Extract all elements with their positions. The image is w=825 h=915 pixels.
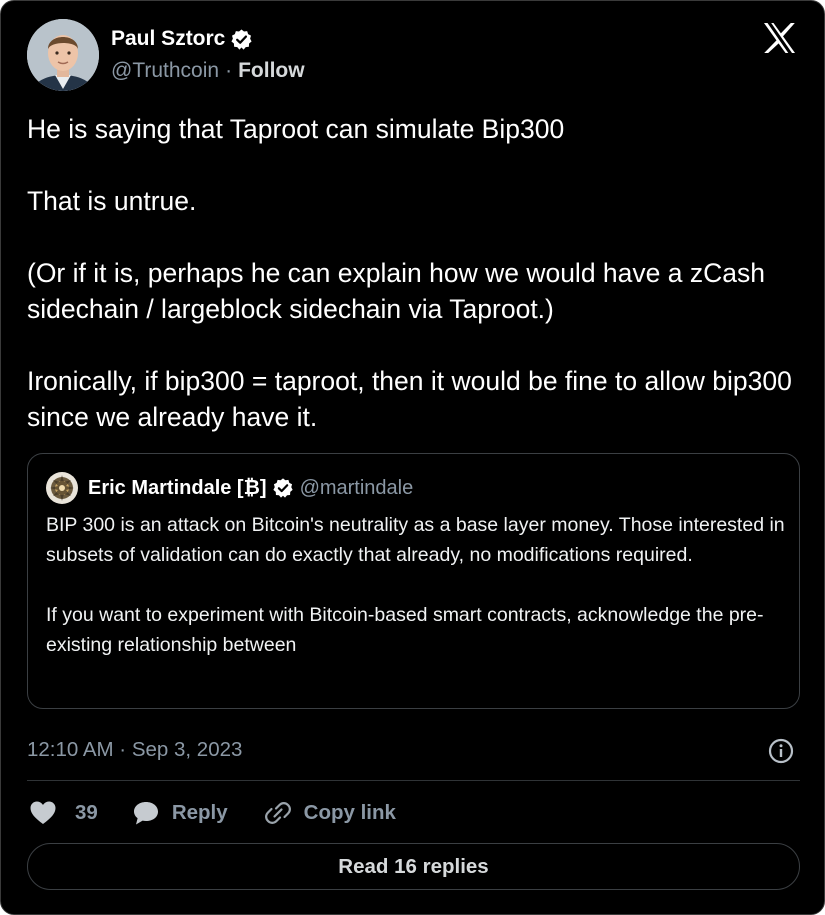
author-handle[interactable]: @Truthcoin <box>111 59 219 83</box>
copy-link-button[interactable]: Copy link <box>264 799 396 827</box>
quoted-author-name: Eric Martindale [₿] <box>88 476 267 499</box>
quoted-author-handle: @martindale <box>299 476 414 499</box>
handle-separator: · <box>225 59 233 82</box>
tweet-paragraph: Ironically, if bip300 = taproot, then it… <box>27 366 792 432</box>
quoted-tweet-header: Eric Martindale [₿] @martindale <box>46 472 781 504</box>
author-handle-row: @Truthcoin · Follow <box>111 56 305 86</box>
like-count: 39 <box>75 801 98 824</box>
verified-badge-icon <box>272 477 294 499</box>
tweet-paragraph: (Or if it is, perhaps he can explain how… <box>27 258 765 324</box>
tweet-paragraph: That is untrue. <box>27 186 197 216</box>
read-replies-button[interactable]: Read 16 replies <box>27 843 800 890</box>
quoted-paragraph: BIP 300 is an attack on Bitcoin's neutra… <box>46 514 785 566</box>
quoted-paragraph: If you want to experiment with Bitcoin-b… <box>46 604 764 656</box>
like-button[interactable]: 39 <box>29 800 98 826</box>
tweet-timestamp[interactable]: 12:10 AM · Sep 3, 2023 <box>27 735 242 765</box>
tweet-actions: 39 Reply Copy link <box>29 796 432 830</box>
quoted-author-avatar <box>46 472 78 504</box>
author-name[interactable]: Paul Sztorc <box>111 27 225 51</box>
author-names: Paul Sztorc @Truthcoin · Follow <box>111 24 305 86</box>
tweet-text: He is saying that Taproot can simulate B… <box>27 111 807 435</box>
tweet-header: Paul Sztorc @Truthcoin · Follow <box>27 19 305 91</box>
divider <box>27 780 800 781</box>
tweet-card: Paul Sztorc @Truthcoin · Follow He is sa… <box>0 0 825 915</box>
author-name-row: Paul Sztorc <box>111 24 305 54</box>
quoted-tweet[interactable]: Eric Martindale [₿] @martindale BIP 300 … <box>27 453 800 709</box>
author-avatar[interactable] <box>27 19 99 91</box>
reply-bubble-icon <box>133 802 158 825</box>
info-icon[interactable] <box>768 738 794 764</box>
copy-link-label: Copy link <box>303 801 396 824</box>
reply-button[interactable]: Reply <box>132 800 228 826</box>
quoted-tweet-text: BIP 300 is an attack on Bitcoin's neutra… <box>46 510 786 660</box>
x-logo-icon[interactable] <box>763 23 796 53</box>
heart-icon <box>30 801 56 824</box>
reply-label: Reply <box>171 801 228 824</box>
tweet-paragraph: He is saying that Taproot can simulate B… <box>27 114 565 144</box>
verified-badge-icon <box>230 28 253 51</box>
follow-button[interactable]: Follow <box>238 59 305 83</box>
link-icon <box>264 802 291 824</box>
